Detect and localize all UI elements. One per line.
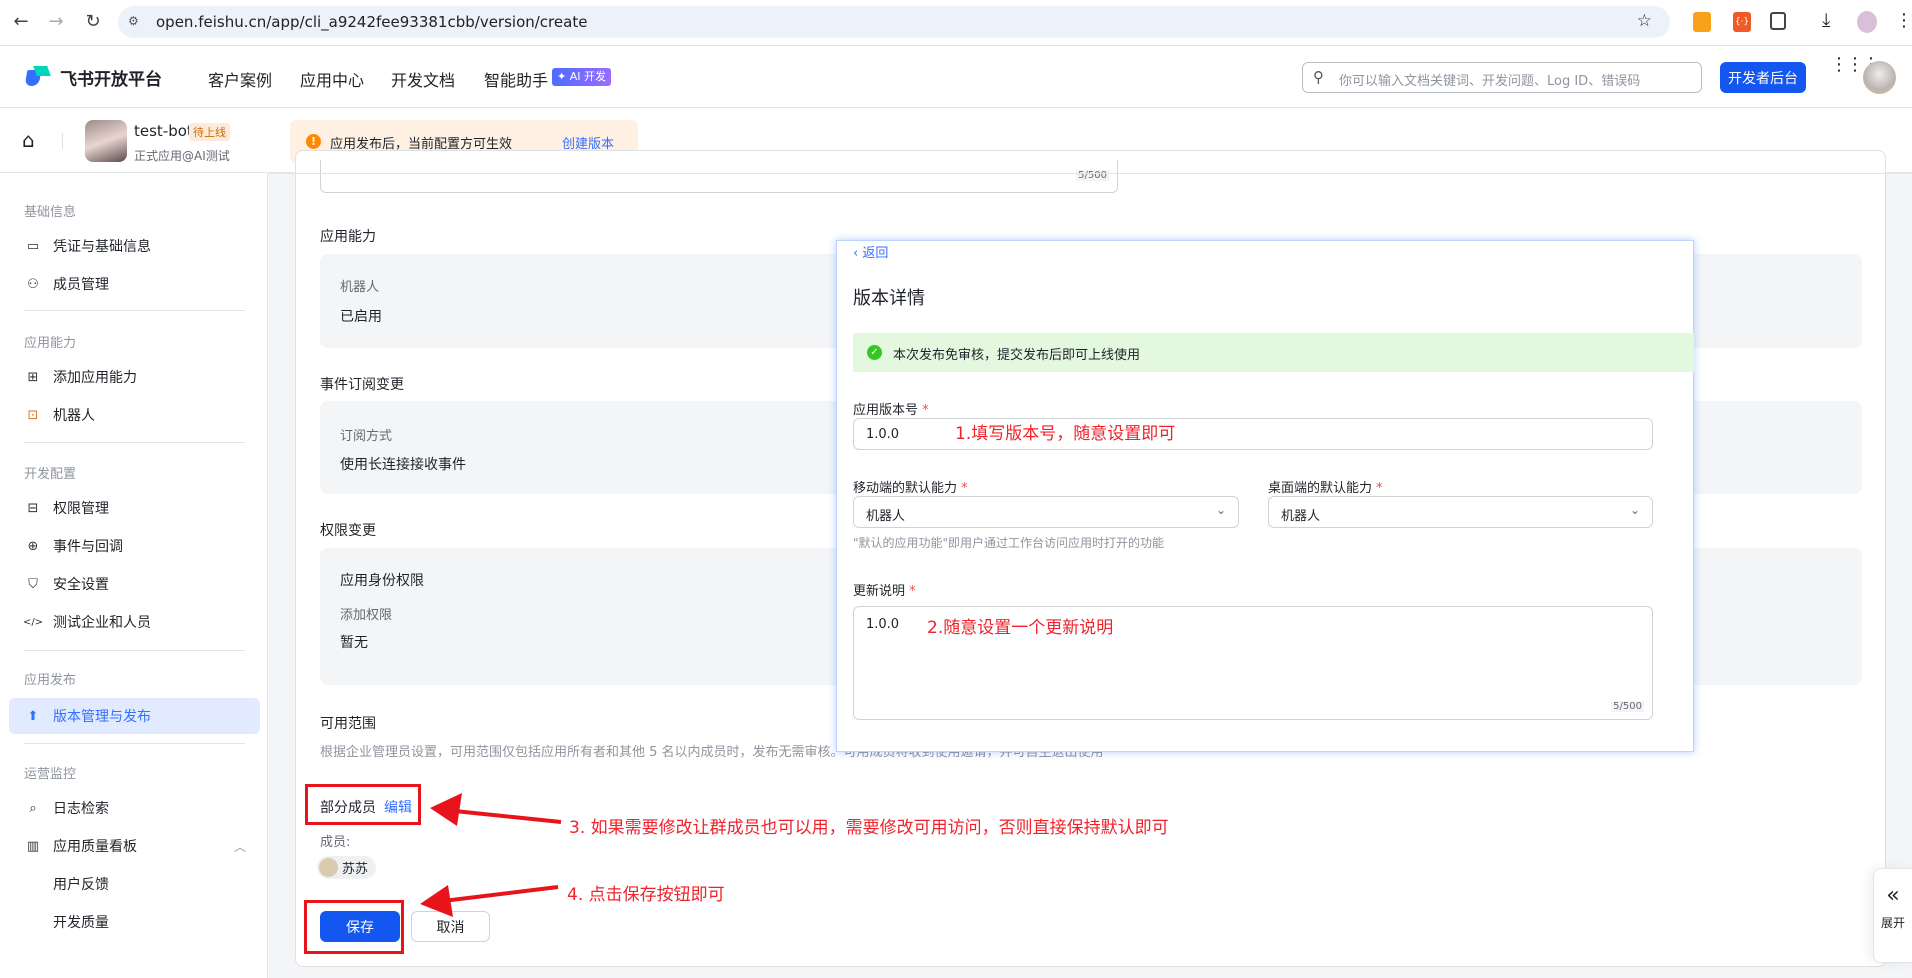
double-chevron-left-icon: « (1886, 883, 1900, 908)
annotation-3: 3. 如果需要修改让群成员也可以用，需要修改可用访问，否则直接保持默认即可 (569, 818, 1169, 838)
arrow-3-head (430, 793, 462, 826)
arrow-4-head (420, 885, 453, 917)
expand-label: 展开 (1880, 916, 1905, 930)
annotation-4: 4. 点击保存按钮即可 (567, 885, 725, 905)
arrow-4-line (434, 885, 559, 904)
arrow-3-line (444, 808, 562, 824)
expand-tab[interactable]: « 展开 (1873, 868, 1912, 963)
